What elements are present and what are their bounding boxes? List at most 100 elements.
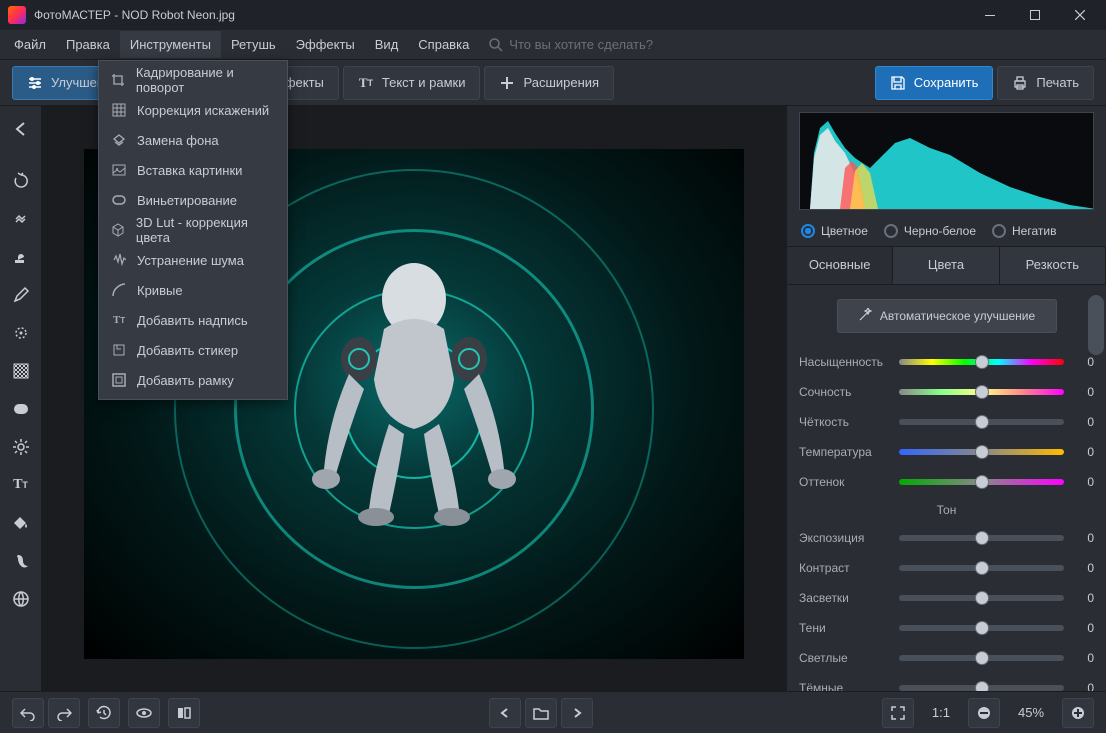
next-image-button[interactable] (561, 698, 593, 728)
zoom-in-button[interactable] (1062, 698, 1094, 728)
slider-exposure-track[interactable] (899, 535, 1064, 541)
heal-tool[interactable] (4, 202, 38, 236)
dd-frame[interactable]: Добавить рамку (99, 365, 287, 395)
sliders-icon (27, 75, 43, 91)
fullscreen-button[interactable] (882, 698, 914, 728)
compare-button[interactable] (168, 698, 200, 728)
slider-shadows-track[interactable] (899, 625, 1064, 631)
slider-clarity: Чёткость 0 (799, 407, 1094, 437)
slider-thumb[interactable] (975, 415, 989, 429)
dd-noise[interactable]: Устранение шума (99, 245, 287, 275)
search-icon (489, 38, 503, 52)
subtab-colors[interactable]: Цвета (893, 247, 999, 284)
dd-vignette[interactable]: Виньетирование (99, 185, 287, 215)
dd-sticker[interactable]: Добавить стикер (99, 335, 287, 365)
slider-blacks: Тёмные 0 (799, 673, 1094, 691)
slider-contrast-track[interactable] (899, 565, 1064, 571)
slider-thumb[interactable] (975, 475, 989, 489)
vignette-tool[interactable] (4, 392, 38, 426)
histogram[interactable] (799, 112, 1094, 210)
slider-saturation-track[interactable] (899, 359, 1064, 365)
image-icon (111, 162, 127, 178)
stamp-tool[interactable] (4, 240, 38, 274)
menu-file[interactable]: Файл (4, 31, 56, 58)
slider-thumb[interactable] (975, 355, 989, 369)
fill-tool[interactable] (4, 506, 38, 540)
rotate-tool[interactable] (4, 164, 38, 198)
history-button[interactable] (88, 698, 120, 728)
menu-tools[interactable]: Инструменты (120, 31, 221, 58)
slider-thumb[interactable] (975, 621, 989, 635)
slider-highlights: Засветки 0 (799, 583, 1094, 613)
radio-neg[interactable] (992, 224, 1006, 238)
tone-header: Тон (799, 503, 1094, 517)
save-button[interactable]: Сохранить (875, 66, 994, 100)
text-tool[interactable]: TT (4, 468, 38, 502)
slider-thumb[interactable] (975, 531, 989, 545)
dd-text[interactable]: TTДобавить надпись (99, 305, 287, 335)
dd-insert[interactable]: Вставка картинки (99, 155, 287, 185)
redo-button[interactable] (48, 698, 80, 728)
open-folder-button[interactable] (525, 698, 557, 728)
exposure-tool[interactable] (4, 430, 38, 464)
zoom-out-button[interactable] (968, 698, 1000, 728)
menu-search[interactable]: Что вы хотите сделать? (489, 37, 653, 52)
brush-tool[interactable] (4, 278, 38, 312)
close-button[interactable] (1057, 0, 1102, 30)
globe-tool[interactable] (4, 582, 38, 616)
menu-help[interactable]: Справка (408, 31, 479, 58)
dd-crop[interactable]: Кадрирование и поворот (99, 65, 287, 95)
slider-temp-track[interactable] (899, 449, 1064, 455)
subtab-sharp[interactable]: Резкость (1000, 247, 1106, 284)
dd-curves[interactable]: Кривые (99, 275, 287, 305)
fit-label[interactable]: 1:1 (922, 705, 960, 720)
text-icon: TT (111, 312, 127, 328)
radio-neg-label: Негатив (1012, 224, 1056, 238)
dd-bg[interactable]: Замена фона (99, 125, 287, 155)
maximize-button[interactable] (1012, 0, 1057, 30)
slider-blacks-track[interactable] (899, 685, 1064, 691)
tab-text[interactable]: TT Текст и рамки (343, 66, 481, 100)
text-icon: TT (358, 75, 374, 91)
gradient-tool[interactable] (4, 354, 38, 388)
sliders-panel: Автоматическое улучшение Насыщенность 0 … (787, 285, 1106, 691)
menu-retouch[interactable]: Ретушь (221, 31, 286, 58)
vignette-icon (111, 192, 127, 208)
slider-thumb[interactable] (975, 385, 989, 399)
subtab-basic[interactable]: Основные (787, 247, 893, 284)
replace-bg-tool[interactable] (4, 544, 38, 578)
menu-edit[interactable]: Правка (56, 31, 120, 58)
minimize-button[interactable] (967, 0, 1012, 30)
slider-thumb[interactable] (975, 591, 989, 605)
slider-whites-track[interactable] (899, 655, 1064, 661)
scrollbar-thumb[interactable] (1088, 295, 1104, 355)
print-icon (1012, 75, 1028, 91)
undo-button[interactable] (12, 698, 44, 728)
curves-icon (111, 282, 127, 298)
dd-distortion[interactable]: Коррекция искажений (99, 95, 287, 125)
radio-color[interactable] (801, 224, 815, 238)
dd-lut[interactable]: 3D Lut - коррекция цвета (99, 215, 287, 245)
save-icon (890, 75, 906, 91)
slider-highlights-track[interactable] (899, 595, 1064, 601)
robot-illustration (274, 239, 554, 539)
slider-clarity-track[interactable] (899, 419, 1064, 425)
prev-image-button[interactable] (489, 698, 521, 728)
print-button[interactable]: Печать (997, 66, 1094, 100)
slider-vibrance-track[interactable] (899, 389, 1064, 395)
menu-view[interactable]: Вид (365, 31, 409, 58)
slider-thumb[interactable] (975, 445, 989, 459)
radial-tool[interactable] (4, 316, 38, 350)
slider-thumb[interactable] (975, 651, 989, 665)
menu-effects[interactable]: Эффекты (286, 31, 365, 58)
preview-button[interactable] (128, 698, 160, 728)
back-tool[interactable] (4, 112, 38, 146)
slider-thumb[interactable] (975, 681, 989, 691)
menubar: Файл Правка Инструменты Ретушь Эффекты В… (0, 30, 1106, 60)
slider-thumb[interactable] (975, 561, 989, 575)
slider-tint-track[interactable] (899, 479, 1064, 485)
auto-enhance-button[interactable]: Автоматическое улучшение (837, 299, 1057, 333)
tab-extensions[interactable]: Расширения (484, 66, 614, 100)
radio-bw[interactable] (884, 224, 898, 238)
grid-icon (111, 102, 127, 118)
